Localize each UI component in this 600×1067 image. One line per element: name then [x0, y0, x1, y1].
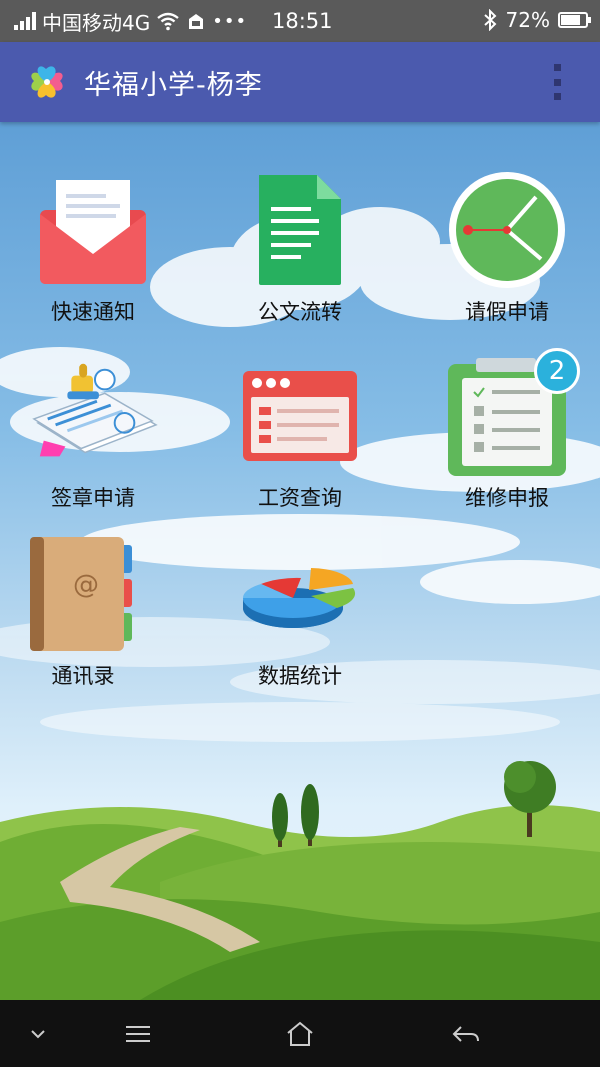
background-scene: 快速通知 公文流转 请假申请 签章申请 工资查询 2 维修申报 @ 通讯录 数据… [0, 122, 600, 1000]
status-bar: 中国移动4G ••• 18:51 72% [0, 0, 600, 42]
grid-item-seal-request[interactable]: 签章申请 [3, 356, 183, 526]
menu-icon[interactable] [118, 1016, 158, 1052]
grid-item-label: 快速通知 [51, 300, 135, 324]
app-bar: 华福小学-杨李 [0, 42, 600, 122]
bluetooth-icon [483, 9, 496, 31]
grid-item-label: 通讯录 [51, 664, 115, 688]
grid-item-label: 签章申请 [51, 486, 135, 510]
status-time: 18:51 [272, 9, 333, 33]
grid-item-quick-notice[interactable]: 快速通知 [3, 170, 183, 340]
carrier-text: 中国移动4G [42, 10, 151, 35]
battery-icon [558, 12, 591, 28]
grid-item-contacts[interactable]: @ 通讯录 [0, 534, 173, 704]
grid-item-document-flow[interactable]: 公文流转 [210, 170, 390, 340]
clipboard-checklist-icon: 2 [442, 348, 580, 476]
status-right: 72% [482, 8, 591, 32]
home-icon[interactable] [280, 1016, 320, 1052]
grid-item-repair-report[interactable]: 2 维修申报 [417, 348, 597, 526]
wifi-icon [157, 12, 179, 31]
grid-item-data-statistics[interactable]: 数据统计 [210, 534, 390, 704]
document-icon [235, 170, 365, 290]
grid-item-leave-request[interactable]: 请假申请 [417, 170, 597, 340]
more-icon: ••• [212, 10, 248, 32]
grid-item-label: 维修申报 [465, 486, 549, 510]
grid-item-salary-query[interactable]: 工资查询 [210, 356, 390, 526]
clock-icon [442, 170, 572, 290]
app-title: 华福小学-杨李 [84, 69, 263, 101]
address-book-icon: @ [18, 534, 148, 654]
overflow-menu-icon[interactable] [554, 64, 564, 100]
battery-percent: 72% [505, 8, 550, 32]
grid-item-label: 公文流转 [258, 300, 342, 324]
collapse-icon[interactable] [18, 1016, 58, 1052]
browser-window-icon [235, 356, 365, 476]
status-left: 中国移动4G ••• [14, 7, 247, 36]
pie-chart-icon [235, 534, 365, 654]
stamp-icon [28, 356, 158, 476]
grid-item-label: 请假申请 [465, 300, 549, 324]
mail-envelope-icon [28, 170, 158, 290]
grid-item-label: 工资查询 [258, 486, 342, 510]
sim-icon [189, 14, 204, 29]
svg-text:@: @ [73, 570, 99, 600]
grid-item-label: 数据统计 [258, 664, 342, 688]
navigation-bar [0, 1000, 600, 1067]
back-icon[interactable] [446, 1016, 486, 1052]
signal-icon [14, 12, 36, 30]
notification-badge: 2 [534, 348, 580, 394]
clover-logo [31, 66, 63, 98]
